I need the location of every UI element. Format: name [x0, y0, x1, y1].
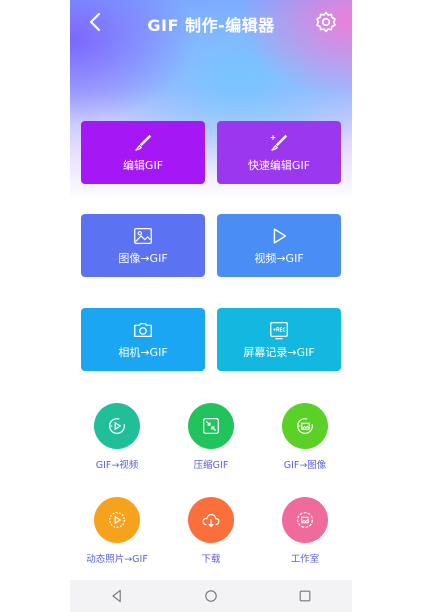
app-screen: GIF 制作-编辑器 编辑GIF 快速编辑GIF 图像→GIF 视频→GIF 相…	[70, 0, 352, 612]
card-image-to-gif[interactable]: 图像→GIF	[81, 214, 205, 277]
video-convert-icon	[109, 418, 125, 434]
brush-icon	[135, 134, 152, 151]
brush-edit-icon	[270, 134, 288, 151]
circle-home-icon[interactable]	[181, 580, 241, 612]
card-label: 快速编辑GIF	[247, 159, 311, 172]
system-nav-bar	[70, 580, 352, 612]
tool-studio[interactable]: 工作室	[258, 497, 352, 565]
tool-label: GIF→图像	[283, 460, 327, 471]
card-video-to-gif[interactable]: 视频→GIF	[217, 214, 341, 277]
gear-icon[interactable]	[314, 10, 338, 34]
image-icon	[134, 228, 152, 244]
compress-icon	[203, 418, 219, 434]
card-label: 屏幕记录→GIF	[243, 346, 315, 359]
tool-label: GIF→视频	[95, 460, 139, 471]
card-edit-gif[interactable]: 编辑GIF	[81, 121, 205, 184]
card-label: 图像→GIF	[118, 252, 168, 265]
tool-compress-gif[interactable]: 压缩GIF	[164, 403, 258, 471]
triangle-back-icon[interactable]	[87, 580, 147, 612]
card-label: 视频→GIF	[254, 252, 304, 265]
card-screen-record-to-gif[interactable]: 屏幕记录→GIF	[217, 308, 341, 371]
play-icon	[273, 228, 287, 244]
top-bar: GIF 制作-编辑器	[70, 0, 352, 44]
tool-circle[interactable]	[282, 403, 328, 449]
tool-gif-to-video[interactable]: GIF→视频	[70, 403, 164, 471]
tool-circle[interactable]	[188, 403, 234, 449]
camera-icon	[134, 322, 152, 338]
tool-circle[interactable]	[188, 497, 234, 543]
tool-label: 下载	[201, 554, 221, 565]
tool-live-photo-to-gif[interactable]: 动态照片→GIF	[70, 497, 164, 565]
card-quick-edit-gif[interactable]: 快速编辑GIF	[217, 121, 341, 184]
tool-label: 压缩GIF	[193, 460, 229, 471]
cloud-download-icon	[202, 513, 220, 528]
tool-circle[interactable]	[282, 497, 328, 543]
live-photo-icon	[109, 512, 125, 528]
studio-icon	[297, 512, 313, 528]
tool-gif-to-image[interactable]: GIF→图像	[258, 403, 352, 471]
card-camera-to-gif[interactable]: 相机→GIF	[81, 308, 205, 371]
tool-download[interactable]: 下载	[164, 497, 258, 565]
image-convert-icon	[297, 418, 313, 434]
tool-label: 工作室	[290, 554, 320, 565]
tool-circle[interactable]	[94, 497, 140, 543]
tool-circle[interactable]	[94, 403, 140, 449]
tool-label: 动态照片→GIF	[86, 554, 148, 565]
rec-icon	[270, 322, 288, 340]
square-recents-icon[interactable]	[275, 580, 335, 612]
card-label: 编辑GIF	[122, 159, 164, 172]
card-label: 相机→GIF	[118, 346, 168, 359]
page-title: GIF 制作-编辑器	[147, 16, 275, 35]
